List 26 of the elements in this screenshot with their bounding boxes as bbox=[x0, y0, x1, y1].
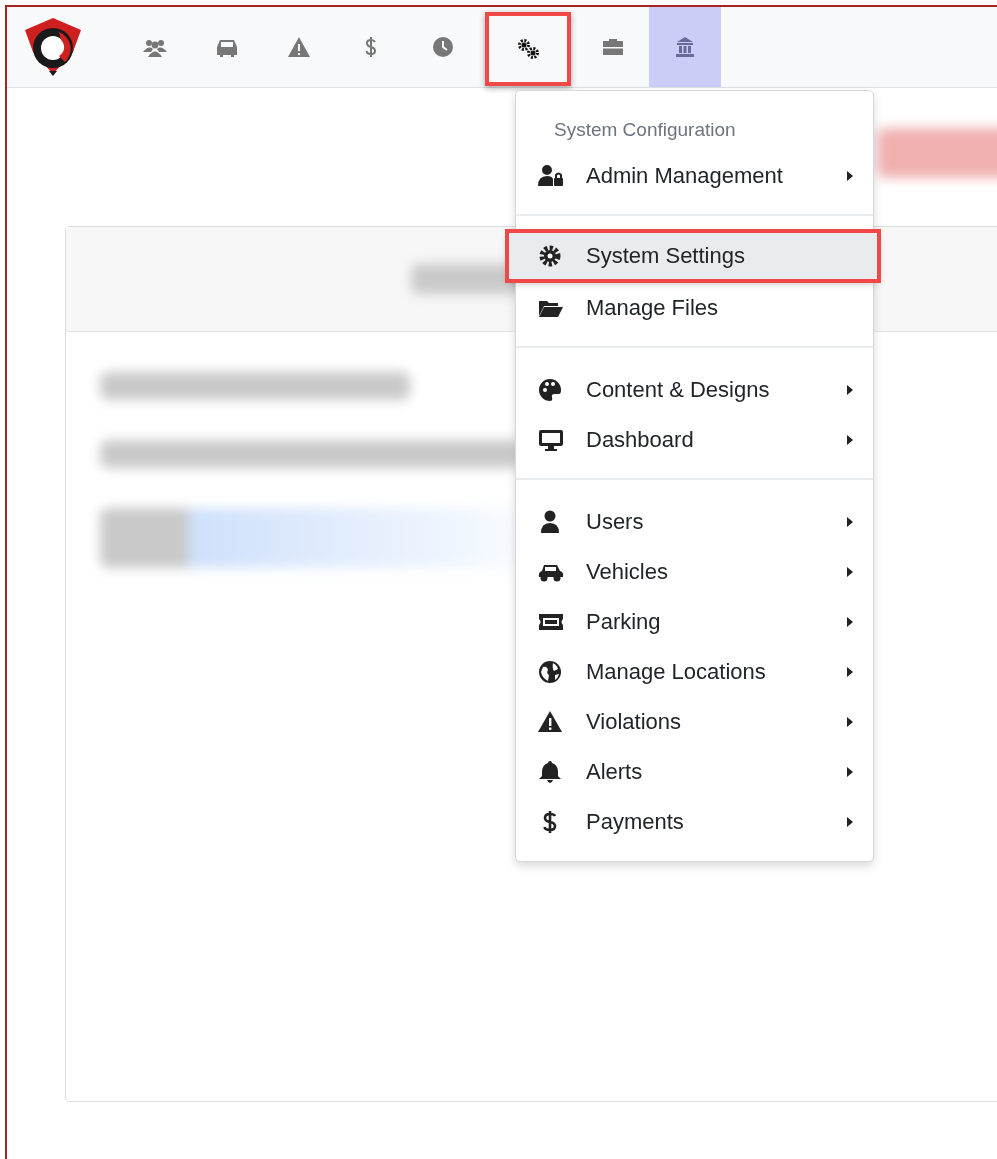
menu-item[interactable]: Manage Files bbox=[516, 283, 873, 333]
toolbox-icon bbox=[601, 36, 625, 58]
settings-icon bbox=[516, 38, 540, 60]
menu-header: System Configuration bbox=[553, 118, 737, 142]
menu-item[interactable]: Parking bbox=[516, 597, 873, 647]
clock-icon bbox=[431, 36, 455, 58]
logo-icon[interactable] bbox=[23, 16, 83, 78]
menu-item[interactable]: Dashboard bbox=[516, 415, 873, 465]
warning-icon bbox=[287, 36, 311, 58]
menu-item[interactable]: Admin Management bbox=[516, 151, 873, 201]
warning-icon bbox=[538, 710, 564, 734]
nav-button[interactable] bbox=[485, 12, 571, 86]
admin-lock-icon bbox=[538, 164, 564, 188]
globe-icon bbox=[538, 660, 564, 684]
menu-item[interactable]: Content & Designs bbox=[516, 365, 873, 415]
menu-item[interactable]: Violations bbox=[516, 697, 873, 747]
menu-item[interactable]: Alerts bbox=[516, 747, 873, 797]
monitor-icon bbox=[538, 428, 564, 452]
bell-icon bbox=[538, 760, 564, 784]
menu-item[interactable]: Vehicles bbox=[516, 547, 873, 597]
menu-item[interactable]: Payments bbox=[516, 797, 873, 847]
menu-item[interactable]: Manage Locations bbox=[516, 647, 873, 697]
nav-button[interactable] bbox=[649, 7, 721, 87]
menu-item[interactable]: Users bbox=[516, 497, 873, 547]
palette-icon bbox=[538, 378, 564, 402]
building-icon bbox=[673, 36, 697, 58]
